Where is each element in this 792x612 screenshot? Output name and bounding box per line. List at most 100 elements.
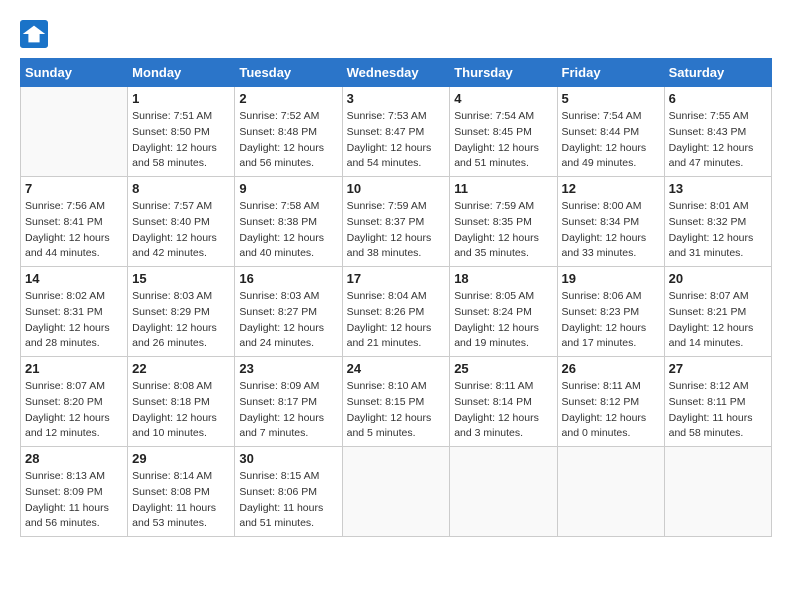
calendar-week-row: 7Sunrise: 7:56 AM Sunset: 8:41 PM Daylig… [21, 177, 772, 267]
day-number: 29 [132, 451, 230, 466]
calendar-cell: 26Sunrise: 8:11 AM Sunset: 8:12 PM Dayli… [557, 357, 664, 447]
calendar-week-row: 14 Sunrise: 8:02 AM Sunset: 8:31 PM Dayli… [21, 267, 772, 357]
day-number: 6 [669, 91, 767, 106]
day-number: 3 [347, 91, 446, 106]
day-number: 1 [132, 91, 230, 106]
calendar-cell: 21 Sunrise: 8:07 AM Sunset: 8:20 PM Dayli… [21, 357, 128, 447]
day-number: 9 [239, 181, 337, 196]
day-info: Sunrise: 8:13 AM Sunset: 8:09 PM Dayligh… [25, 469, 123, 532]
calendar-week-row: 21 Sunrise: 8:07 AM Sunset: 8:20 PM Dayli… [21, 357, 772, 447]
day-info: Sunrise: 7:51 AM Sunset: 8:50 PM Dayligh… [132, 109, 230, 172]
day-info: Sunrise: 8:15 AM Sunset: 8:06 PM Dayligh… [239, 469, 337, 532]
day-number: 12 [562, 181, 660, 196]
calendar-cell: 2Sunrise: 7:52 AM Sunset: 8:48 PM Daylig… [235, 87, 342, 177]
calendar-cell: 10Sunrise: 7:59 AM Sunset: 8:37 PM Dayli… [342, 177, 450, 267]
calendar-cell: 22Sunrise: 8:08 AM Sunset: 8:18 PM Dayli… [128, 357, 235, 447]
col-thursday: Thursday [450, 59, 557, 87]
calendar-cell: 13 Sunrise: 8:01 AM Sunset: 8:32 PM Dayli… [664, 177, 771, 267]
day-number: 24 [347, 361, 446, 376]
logo-icon [20, 20, 48, 48]
day-number: 28 [25, 451, 123, 466]
day-number: 14 [25, 271, 123, 286]
day-info: Sunrise: 8:00 AM Sunset: 8:34 PM Dayligh… [562, 199, 660, 262]
calendar-cell: 23 Sunrise: 8:09 AM Sunset: 8:17 PM Dayli… [235, 357, 342, 447]
day-info: Sunrise: 8:08 AM Sunset: 8:18 PM Dayligh… [132, 379, 230, 442]
day-info: Sunrise: 7:59 AM Sunset: 8:37 PM Dayligh… [347, 199, 446, 262]
day-number: 20 [669, 271, 767, 286]
calendar-cell: 27 Sunrise: 8:12 AM Sunset: 8:11 PM Dayli… [664, 357, 771, 447]
calendar-cell: 25 Sunrise: 8:11 AM Sunset: 8:14 PM Dayli… [450, 357, 557, 447]
calendar-cell [557, 447, 664, 537]
calendar-cell [664, 447, 771, 537]
calendar-cell: 20 Sunrise: 8:07 AM Sunset: 8:21 PM Dayli… [664, 267, 771, 357]
day-info: Sunrise: 7:54 AM Sunset: 8:45 PM Dayligh… [454, 109, 552, 172]
calendar-cell: 5 Sunrise: 7:54 AM Sunset: 8:44 PM Daylig… [557, 87, 664, 177]
day-info: Sunrise: 8:01 AM Sunset: 8:32 PM Dayligh… [669, 199, 767, 262]
day-info: Sunrise: 8:12 AM Sunset: 8:11 PM Dayligh… [669, 379, 767, 442]
day-info: Sunrise: 8:11 AM Sunset: 8:12 PM Dayligh… [562, 379, 660, 442]
calendar-cell: 12 Sunrise: 8:00 AM Sunset: 8:34 PM Dayli… [557, 177, 664, 267]
day-info: Sunrise: 8:07 AM Sunset: 8:20 PM Dayligh… [25, 379, 123, 442]
day-info: Sunrise: 7:53 AM Sunset: 8:47 PM Dayligh… [347, 109, 446, 172]
calendar-cell: 17 Sunrise: 8:04 AM Sunset: 8:26 PM Dayli… [342, 267, 450, 357]
calendar-header-row: Sunday Monday Tuesday Wednesday Thursday… [21, 59, 772, 87]
calendar-cell: 11 Sunrise: 7:59 AM Sunset: 8:35 PM Dayli… [450, 177, 557, 267]
calendar-cell [450, 447, 557, 537]
day-number: 17 [347, 271, 446, 286]
day-info: Sunrise: 8:02 AM Sunset: 8:31 PM Dayligh… [25, 289, 123, 352]
calendar-cell: 15 Sunrise: 8:03 AM Sunset: 8:29 PM Dayli… [128, 267, 235, 357]
day-number: 8 [132, 181, 230, 196]
day-info: Sunrise: 8:05 AM Sunset: 8:24 PM Dayligh… [454, 289, 552, 352]
day-info: Sunrise: 8:14 AM Sunset: 8:08 PM Dayligh… [132, 469, 230, 532]
calendar-cell: 29 Sunrise: 8:14 AM Sunset: 8:08 PM Dayli… [128, 447, 235, 537]
calendar-cell: 14 Sunrise: 8:02 AM Sunset: 8:31 PM Dayli… [21, 267, 128, 357]
day-info: Sunrise: 8:09 AM Sunset: 8:17 PM Dayligh… [239, 379, 337, 442]
day-info: Sunrise: 8:11 AM Sunset: 8:14 PM Dayligh… [454, 379, 552, 442]
day-number: 18 [454, 271, 552, 286]
day-number: 16 [239, 271, 337, 286]
col-tuesday: Tuesday [235, 59, 342, 87]
day-number: 5 [562, 91, 660, 106]
col-wednesday: Wednesday [342, 59, 450, 87]
calendar-cell: 28 Sunrise: 8:13 AM Sunset: 8:09 PM Dayli… [21, 447, 128, 537]
day-number: 27 [669, 361, 767, 376]
day-info: Sunrise: 7:55 AM Sunset: 8:43 PM Dayligh… [669, 109, 767, 172]
day-info: Sunrise: 7:57 AM Sunset: 8:40 PM Dayligh… [132, 199, 230, 262]
day-info: Sunrise: 8:03 AM Sunset: 8:29 PM Dayligh… [132, 289, 230, 352]
calendar-table: Sunday Monday Tuesday Wednesday Thursday… [20, 58, 772, 537]
calendar-cell: 16Sunrise: 8:03 AM Sunset: 8:27 PM Dayli… [235, 267, 342, 357]
page-header [20, 20, 772, 48]
day-info: Sunrise: 7:58 AM Sunset: 8:38 PM Dayligh… [239, 199, 337, 262]
day-number: 13 [669, 181, 767, 196]
calendar-cell: 8 Sunrise: 7:57 AM Sunset: 8:40 PM Daylig… [128, 177, 235, 267]
calendar-cell: 18 Sunrise: 8:05 AM Sunset: 8:24 PM Dayli… [450, 267, 557, 357]
day-info: Sunrise: 8:04 AM Sunset: 8:26 PM Dayligh… [347, 289, 446, 352]
day-info: Sunrise: 8:07 AM Sunset: 8:21 PM Dayligh… [669, 289, 767, 352]
day-number: 30 [239, 451, 337, 466]
calendar-cell [342, 447, 450, 537]
day-number: 4 [454, 91, 552, 106]
calendar-cell: 30 Sunrise: 8:15 AM Sunset: 8:06 PM Dayli… [235, 447, 342, 537]
calendar-cell: 1 Sunrise: 7:51 AM Sunset: 8:50 PM Daylig… [128, 87, 235, 177]
day-number: 23 [239, 361, 337, 376]
day-number: 21 [25, 361, 123, 376]
day-number: 11 [454, 181, 552, 196]
col-monday: Monday [128, 59, 235, 87]
calendar-cell: 9 Sunrise: 7:58 AM Sunset: 8:38 PM Daylig… [235, 177, 342, 267]
calendar-cell: 6 Sunrise: 7:55 AM Sunset: 8:43 PM Daylig… [664, 87, 771, 177]
col-sunday: Sunday [21, 59, 128, 87]
day-number: 7 [25, 181, 123, 196]
calendar-week-row: 1 Sunrise: 7:51 AM Sunset: 8:50 PM Daylig… [21, 87, 772, 177]
calendar-cell: 7Sunrise: 7:56 AM Sunset: 8:41 PM Daylig… [21, 177, 128, 267]
calendar-cell [21, 87, 128, 177]
calendar-cell: 19Sunrise: 8:06 AM Sunset: 8:23 PM Dayli… [557, 267, 664, 357]
day-info: Sunrise: 7:54 AM Sunset: 8:44 PM Dayligh… [562, 109, 660, 172]
calendar-cell: 24 Sunrise: 8:10 AM Sunset: 8:15 PM Dayli… [342, 357, 450, 447]
calendar-week-row: 28 Sunrise: 8:13 AM Sunset: 8:09 PM Dayli… [21, 447, 772, 537]
day-info: Sunrise: 8:10 AM Sunset: 8:15 PM Dayligh… [347, 379, 446, 442]
col-friday: Friday [557, 59, 664, 87]
day-number: 25 [454, 361, 552, 376]
day-number: 15 [132, 271, 230, 286]
day-info: Sunrise: 7:59 AM Sunset: 8:35 PM Dayligh… [454, 199, 552, 262]
col-saturday: Saturday [664, 59, 771, 87]
